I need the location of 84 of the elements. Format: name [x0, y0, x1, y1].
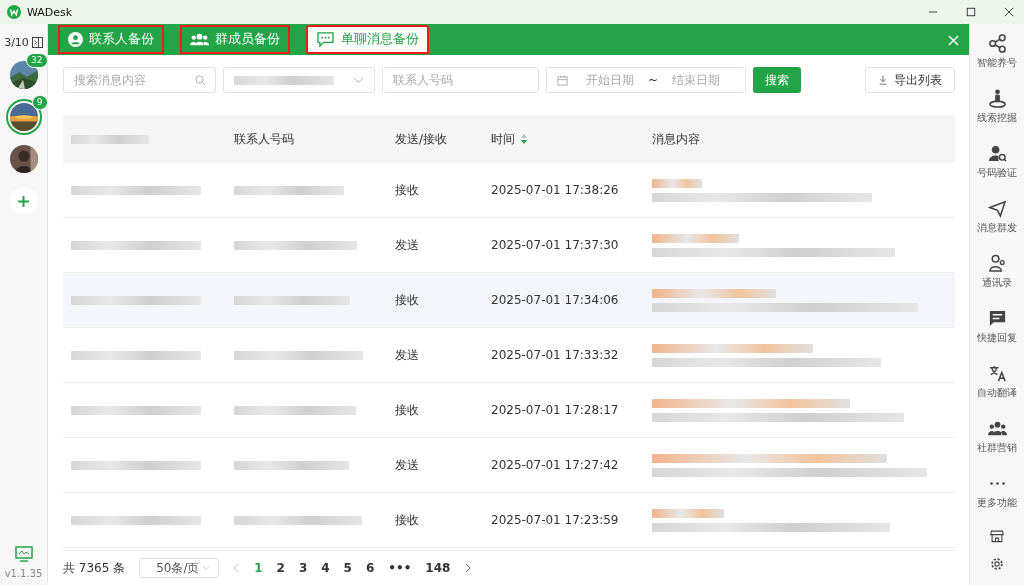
- group-icon: [987, 419, 1007, 438]
- contact-number-field[interactable]: 联系人号码: [382, 67, 539, 93]
- table-cell: 2025-07-01 17:27:42: [491, 458, 619, 472]
- table-cell: 接收: [395, 181, 419, 199]
- account-count: 3/10: [4, 36, 29, 49]
- date-separator: ~: [648, 73, 659, 87]
- start-date-placeholder: 开始日期: [586, 71, 634, 89]
- settings-icon[interactable]: [988, 557, 1006, 571]
- table-cell: 2025-07-01 17:33:32: [491, 348, 619, 362]
- sidebar-item[interactable]: 通讯录: [982, 254, 1012, 290]
- unread-badge: 9: [31, 95, 48, 110]
- sort-icon[interactable]: [520, 134, 528, 144]
- location-pin-icon: [987, 89, 1007, 108]
- page-button[interactable]: 2: [276, 561, 285, 575]
- table-cell: 发送: [395, 236, 419, 254]
- unread-badge: 32: [26, 53, 48, 68]
- sidebar-item[interactable]: 社群营销: [977, 419, 1017, 455]
- sidebar-item[interactable]: 快捷回复: [977, 309, 1017, 345]
- table-cell: 2025-07-01 17:38:26: [491, 183, 619, 197]
- next-page-icon[interactable]: [464, 563, 472, 573]
- blurred-text: [652, 178, 702, 188]
- chevron-down-icon: [202, 565, 211, 571]
- sidebar-item[interactable]: 号码验证: [977, 144, 1017, 180]
- table-cell: 接收: [395, 401, 419, 419]
- sidebar-item[interactable]: 智能养号: [977, 34, 1017, 70]
- collapse-icon[interactable]: [31, 37, 43, 48]
- total-count: 共 7365 条: [63, 559, 126, 577]
- table-cell: 发送: [395, 346, 419, 364]
- search-field[interactable]: 搜索消息内容: [63, 67, 216, 93]
- column-header: 时间: [491, 130, 515, 148]
- table-cell: 接收: [395, 511, 419, 529]
- sidebar-item[interactable]: 线索挖掘: [977, 89, 1017, 125]
- table-row[interactable]: 接收 2025-07-01 17:28:17: [63, 383, 955, 438]
- page-button[interactable]: 148: [425, 561, 451, 575]
- page-button[interactable]: 6: [365, 561, 375, 575]
- message-icon: [987, 309, 1007, 328]
- table-cell: 2025-07-01 17:23:59: [491, 513, 619, 527]
- page-button[interactable]: 4: [321, 561, 330, 575]
- table-row[interactable]: 接收 2025-07-01 17:38:26: [63, 163, 955, 218]
- share-icon: [987, 34, 1007, 53]
- translate-icon: [987, 364, 1007, 383]
- column-header: 联系人号码: [234, 130, 294, 148]
- add-account-button[interactable]: [9, 187, 38, 215]
- plus-icon: [17, 194, 30, 208]
- window-title: WADesk: [27, 5, 73, 19]
- download-icon: [878, 75, 888, 85]
- column-header: 消息内容: [652, 130, 700, 148]
- store-icon[interactable]: [988, 529, 1006, 543]
- chevron-down-icon: [353, 74, 364, 86]
- group-icon: [190, 32, 209, 47]
- sidebar-item[interactable]: 更多功能: [977, 474, 1017, 510]
- export-button[interactable]: 导出列表: [865, 67, 955, 93]
- search-icon: [195, 75, 206, 86]
- end-date-placeholder: 结束日期: [672, 71, 721, 89]
- blurred-text: [652, 508, 724, 518]
- table-cell: 接收: [395, 291, 419, 309]
- table-row[interactable]: 发送 2025-07-01 17:33:32: [63, 328, 955, 383]
- person-icon: [68, 32, 83, 47]
- sidebar-item[interactable]: 消息群发: [977, 199, 1017, 235]
- table-cell: 2025-07-01 17:34:06: [491, 293, 619, 307]
- monitor-icon[interactable]: [14, 546, 33, 562]
- chat-icon: [316, 32, 335, 47]
- sidebar-item[interactable]: 自动翻译: [977, 364, 1017, 400]
- version-label: v1.1.35: [4, 568, 43, 579]
- table-row[interactable]: 接收 2025-07-01 17:23:59: [63, 493, 955, 548]
- app-logo-icon: [7, 5, 21, 19]
- table-cell: 2025-07-01 17:28:17: [491, 403, 619, 417]
- date-range-field[interactable]: 开始日期 ~ 结束日期: [546, 67, 746, 93]
- table-cell: 发送: [395, 456, 419, 474]
- page-button[interactable]: 5: [343, 561, 352, 575]
- column-header: 发送/接收: [395, 130, 448, 148]
- calendar-icon: [557, 74, 568, 86]
- table-row[interactable]: 发送 2025-07-01 17:27:42: [63, 438, 955, 493]
- page-button[interactable]: •••: [388, 561, 412, 575]
- paper-plane-icon: [987, 199, 1007, 218]
- close-icon[interactable]: [1004, 7, 1014, 17]
- maximize-icon[interactable]: [966, 7, 976, 17]
- page-button[interactable]: 3: [298, 561, 308, 575]
- page-size-dropdown[interactable]: 50条/页: [139, 558, 220, 578]
- more-icon: [989, 482, 1005, 485]
- table-cell: 2025-07-01 17:37:30: [491, 238, 619, 252]
- user-search-icon: [987, 144, 1007, 163]
- contacts-icon: [987, 254, 1007, 273]
- table-row[interactable]: 接收 2025-07-01 17:34:06: [63, 273, 955, 328]
